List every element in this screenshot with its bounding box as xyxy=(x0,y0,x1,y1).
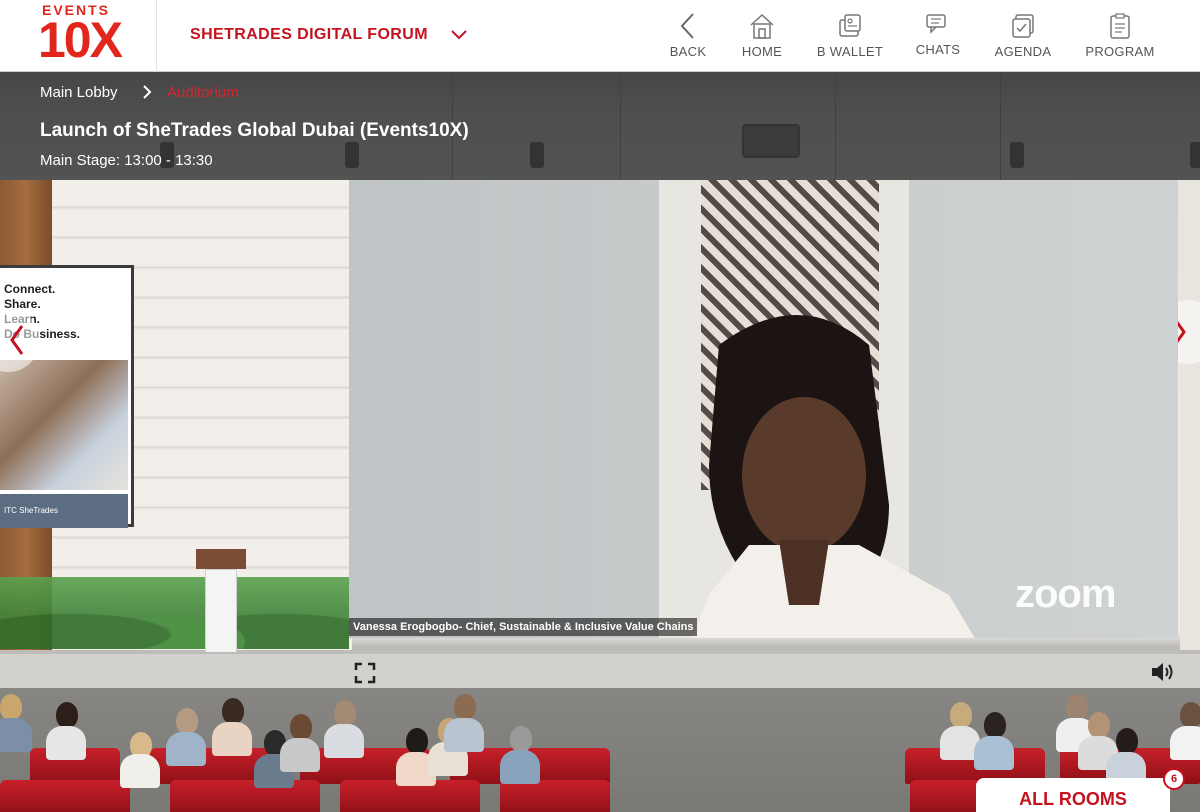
zoom-watermark: zoom xyxy=(1015,572,1116,616)
attendee xyxy=(222,698,244,724)
previous-slide-button[interactable] xyxy=(0,308,40,372)
attendee xyxy=(1170,726,1200,760)
auditorium-scene: Main Lobby Auditorium Launch of SheTrade… xyxy=(0,72,1200,812)
stage-front xyxy=(0,652,1200,688)
nav-wallet-button[interactable]: B WALLET xyxy=(812,12,888,62)
sponsor-poster[interactable]: Connect. Share. Learn. Do Business. ITC … xyxy=(0,265,134,528)
home-icon xyxy=(750,13,774,39)
chevron-left-icon xyxy=(10,325,24,355)
attendee xyxy=(950,702,972,728)
attendee xyxy=(334,700,356,726)
poster-footer: ITC SheTrades xyxy=(0,494,128,528)
nav-agenda-button[interactable]: AGENDA xyxy=(990,12,1056,62)
breadcrumb-auditorium: Auditorium xyxy=(167,84,239,101)
volume-icon[interactable] xyxy=(1150,660,1176,684)
logo-main-text: 10X xyxy=(38,12,123,68)
fullscreen-icon[interactable] xyxy=(354,662,376,684)
speaker-image xyxy=(691,315,975,638)
attendee xyxy=(166,732,206,766)
attendee xyxy=(212,722,252,756)
attendee xyxy=(0,694,22,720)
attendee xyxy=(280,738,320,772)
program-clipboard-icon xyxy=(1110,13,1130,39)
nav-home-button[interactable]: HOME xyxy=(736,12,788,62)
nav-back-label: BACK xyxy=(669,44,707,59)
attendee xyxy=(1180,702,1200,728)
session-title: Launch of SheTrades Global Dubai (Events… xyxy=(40,120,469,141)
attendee xyxy=(444,718,484,752)
rooms-count-badge: 6 xyxy=(1163,768,1185,790)
seat-row xyxy=(910,780,980,812)
attendee xyxy=(176,708,198,734)
event-title[interactable]: SHETRADES DIGITAL FORUM xyxy=(190,26,428,44)
stage-plants xyxy=(0,577,349,649)
chevron-down-icon[interactable] xyxy=(450,28,468,42)
chevron-left-icon xyxy=(680,13,694,39)
nav-program-label: PROGRAM xyxy=(1085,44,1155,59)
attendee xyxy=(510,726,532,752)
attendee xyxy=(56,702,78,728)
session-header: Main Lobby Auditorium Launch of SheTrade… xyxy=(0,72,1200,180)
seat-row xyxy=(500,780,610,812)
agenda-checklist-icon xyxy=(1012,14,1034,38)
nav-program-button[interactable]: PROGRAM xyxy=(1082,12,1158,62)
breadcrumb-main-lobby[interactable]: Main Lobby xyxy=(40,84,118,101)
session-time: Main Stage: 13:00 - 13:30 xyxy=(40,152,213,169)
nav-back-button[interactable]: BACK xyxy=(665,12,711,62)
all-rooms-button[interactable]: ALL ROOMS xyxy=(976,778,1170,812)
attendee xyxy=(406,728,428,754)
video-stream[interactable]: Vanessa Erogbogbo- Chief, Sustainable & … xyxy=(349,180,1178,638)
podium-top xyxy=(196,549,246,569)
nav-chats-label: CHATS xyxy=(915,42,961,57)
attendee xyxy=(120,754,160,788)
attendee xyxy=(324,724,364,758)
attendee xyxy=(46,726,86,760)
attendee xyxy=(454,694,476,720)
nav-wallet-label: B WALLET xyxy=(816,44,884,59)
events10x-logo[interactable]: EVENTS 10X xyxy=(38,2,138,70)
poster-photo xyxy=(0,360,128,490)
attendee xyxy=(500,750,540,784)
attendee xyxy=(1066,694,1088,720)
attendee xyxy=(1116,728,1138,754)
nav-home-label: HOME xyxy=(741,44,783,59)
business-card-wallet-icon xyxy=(839,14,861,37)
seat-row xyxy=(170,780,320,812)
slatted-wall xyxy=(1180,180,1200,650)
seat-row xyxy=(0,780,130,812)
top-bar: EVENTS 10X SHETRADES DIGITAL FORUM BACK … xyxy=(0,0,1200,72)
nav-agenda-label: AGENDA xyxy=(994,44,1052,59)
attendee xyxy=(1088,712,1110,738)
logo-divider xyxy=(156,0,157,72)
chat-bubbles-icon xyxy=(926,14,946,34)
chevron-right-icon xyxy=(143,85,152,99)
attendee xyxy=(974,736,1014,770)
speaker-caption: Vanessa Erogbogbo- Chief, Sustainable & … xyxy=(349,618,698,636)
attendee xyxy=(984,712,1006,738)
nav-chats-button[interactable]: CHATS xyxy=(912,12,964,62)
attendee xyxy=(290,714,312,740)
attendee xyxy=(0,718,32,752)
